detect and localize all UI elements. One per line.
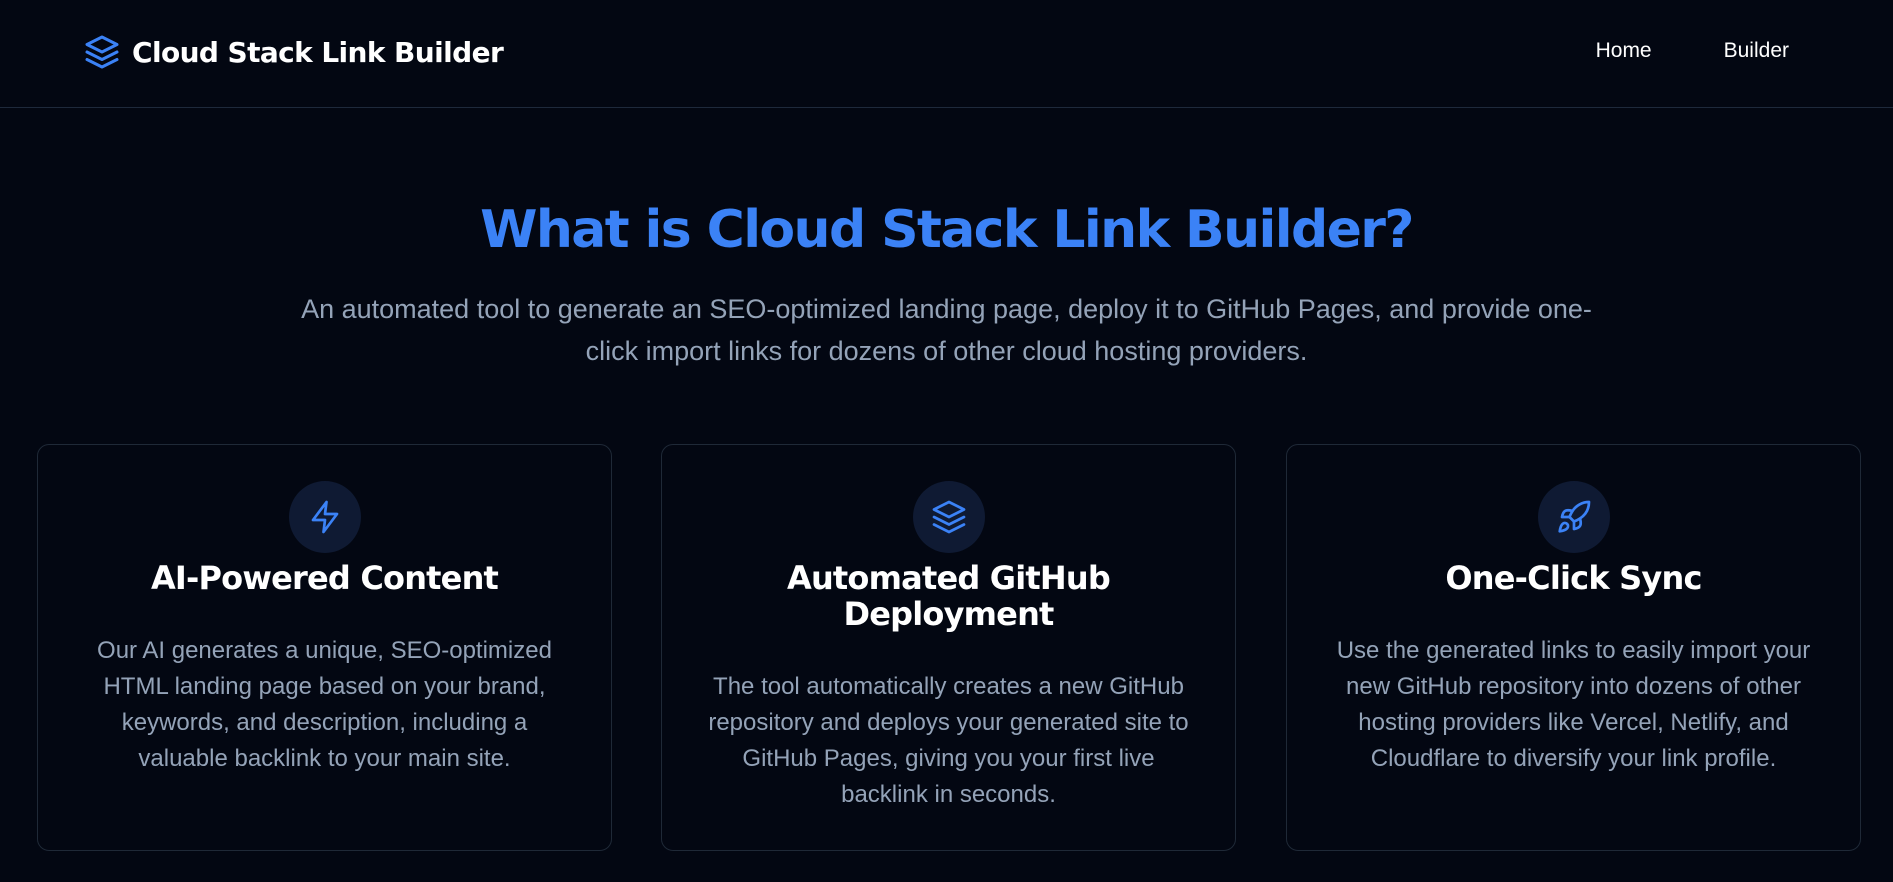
hero-title: What is Cloud Stack Link Builder?	[480, 200, 1414, 260]
feature-card-ai-content: AI-Powered Content Our AI generates a un…	[37, 444, 612, 851]
main-nav: Home Builder	[1596, 39, 1789, 63]
feature-title: One-Click Sync	[1445, 559, 1702, 597]
brand-title: Cloud Stack Link Builder	[132, 35, 504, 69]
lightning-icon	[311, 500, 339, 534]
nav-home-link[interactable]: Home	[1596, 39, 1652, 63]
site-header: Cloud Stack Link Builder Home Builder	[0, 0, 1893, 108]
nav-builder-link[interactable]: Builder	[1724, 39, 1789, 63]
feature-description: Our AI generates a unique, SEO-optimized…	[97, 637, 552, 772]
hero-subtitle: An automated tool to generate an SEO-opt…	[301, 294, 1592, 366]
feature-description: Use the generated links to easily import…	[1336, 637, 1811, 772]
brand-logo-link[interactable]: Cloud Stack Link Builder	[84, 34, 504, 70]
feature-icon-circle	[913, 481, 985, 553]
layers-icon	[932, 500, 966, 534]
feature-title: AI-Powered Content	[150, 559, 499, 597]
feature-icon-circle	[289, 481, 361, 553]
rocket-icon	[1558, 500, 1591, 533]
feature-card-github-deployment: Automated GitHub Deployment The tool aut…	[661, 444, 1236, 851]
feature-icon-circle	[1538, 481, 1610, 553]
feature-card-one-click-sync: One-Click Sync Use the generated links t…	[1286, 444, 1861, 851]
feature-title: Automated GitHub Deployment	[786, 559, 1111, 633]
feature-description: The tool automatically creates a new Git…	[708, 673, 1189, 808]
layers-icon	[85, 35, 119, 69]
